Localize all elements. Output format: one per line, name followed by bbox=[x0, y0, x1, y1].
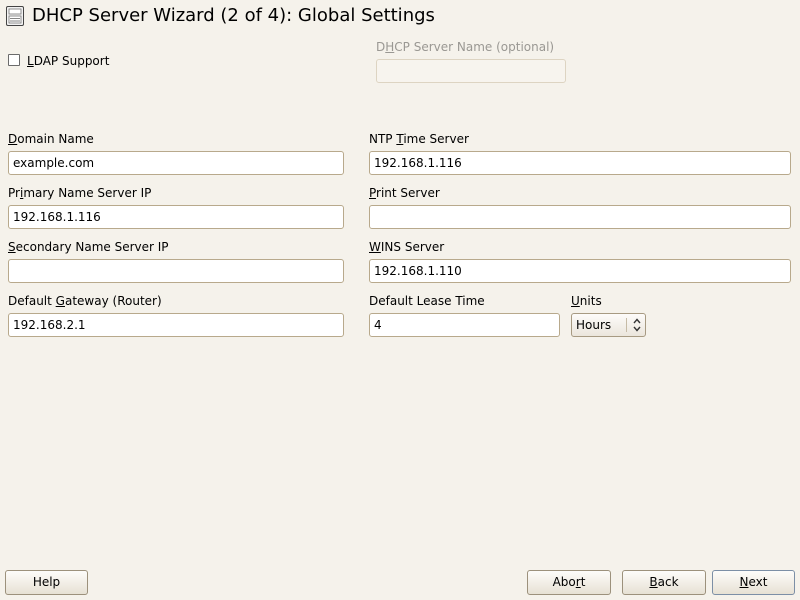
server-config-icon bbox=[6, 6, 24, 26]
default-gateway-input[interactable]: 192.168.2.1 bbox=[8, 313, 344, 337]
dhcp-server-name-label: DHCP Server Name (optional) bbox=[376, 40, 555, 54]
help-button[interactable]: Help bbox=[5, 570, 88, 595]
page-title: DHCP Server Wizard (2 of 4): Global Sett… bbox=[32, 5, 435, 26]
default-gateway-label: Default Gateway (Router) bbox=[8, 294, 162, 308]
primary-name-server-input[interactable]: 192.168.1.116 bbox=[8, 205, 344, 229]
secondary-name-server-input[interactable] bbox=[8, 259, 344, 283]
ntp-time-server-input[interactable]: 192.168.1.116 bbox=[369, 151, 791, 175]
units-selected-value: Hours bbox=[576, 318, 612, 332]
domain-name-label: Domain Name bbox=[8, 132, 94, 146]
abort-button[interactable]: Abort bbox=[527, 570, 611, 595]
ldap-support-checkbox[interactable] bbox=[8, 54, 20, 66]
units-label: Units bbox=[571, 294, 602, 308]
default-lease-time-input[interactable]: 4 bbox=[369, 313, 560, 337]
back-button[interactable]: Back bbox=[622, 570, 706, 595]
spin-arrows-icon bbox=[633, 318, 641, 332]
dhcp-server-name-input[interactable] bbox=[376, 59, 566, 83]
wins-server-label: WINS Server bbox=[369, 240, 445, 254]
next-button[interactable]: Next bbox=[712, 570, 795, 595]
units-separator bbox=[626, 318, 627, 332]
secondary-name-server-label: Secondary Name Server IP bbox=[8, 240, 169, 254]
ntp-time-server-label: NTP Time Server bbox=[369, 132, 469, 146]
units-select[interactable]: Hours bbox=[571, 313, 646, 337]
wins-server-input[interactable]: 192.168.1.110 bbox=[369, 259, 791, 283]
print-server-label: Print Server bbox=[369, 186, 440, 200]
ldap-support-label[interactable]: LDAP Support bbox=[27, 54, 109, 68]
print-server-input[interactable] bbox=[369, 205, 791, 229]
default-lease-time-label: Default Lease Time bbox=[369, 294, 485, 308]
primary-name-server-label: Primary Name Server IP bbox=[8, 186, 152, 200]
domain-name-input[interactable]: example.com bbox=[8, 151, 344, 175]
